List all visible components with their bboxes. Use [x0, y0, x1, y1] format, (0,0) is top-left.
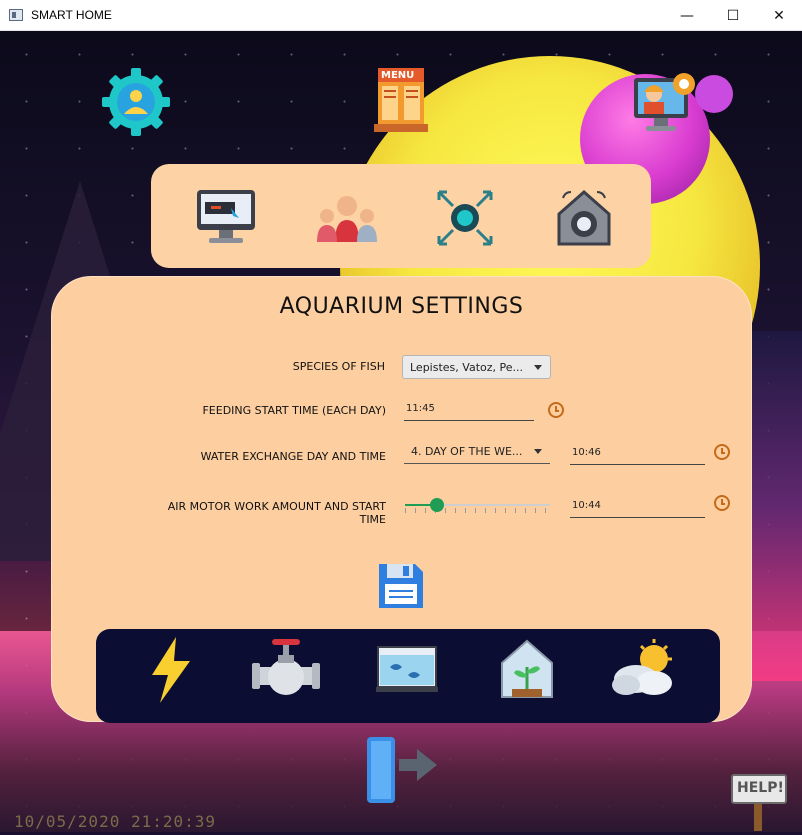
users-group-icon[interactable] [315, 192, 379, 242]
water-exchange-day-value: 4. DAY OF THE WE... [411, 445, 523, 458]
feeding-time-field[interactable]: 11:45 [404, 397, 534, 421]
clock-icon[interactable] [714, 444, 730, 460]
moon-decoration [695, 75, 733, 113]
device-navigation-bar [96, 629, 720, 723]
expand-gear-icon[interactable] [435, 188, 495, 248]
greenhouse-icon[interactable] [498, 637, 556, 701]
menu-icon-label: MENU [381, 70, 415, 81]
water-exchange-time-field[interactable]: 10:46 [570, 441, 705, 465]
close-button[interactable]: ✕ [756, 0, 802, 31]
smart-house-icon[interactable] [553, 186, 615, 248]
page-title: AQUARIUM SETTINGS [279, 294, 524, 319]
minimize-button[interactable]: — [664, 0, 710, 31]
chevron-down-icon [534, 365, 542, 370]
slider-ticks [405, 508, 550, 513]
air-motor-slider[interactable] [405, 498, 550, 513]
weather-icon[interactable] [610, 637, 676, 699]
window-titlebar: SMART HOME — ☐ ✕ [0, 0, 802, 31]
air-motor-time-field[interactable]: 10:44 [570, 494, 705, 518]
window-title: SMART HOME [31, 8, 112, 22]
help-button[interactable]: HELP! [730, 771, 788, 831]
chevron-down-icon [534, 449, 542, 454]
air-motor-label: AIR MOTOR WORK AMOUNT AND START TIME [167, 500, 386, 526]
datetime-readout: 10/05/2020 21:20:39 [14, 812, 217, 831]
window-controls: — ☐ ✕ [664, 0, 802, 31]
help-label: HELP! [737, 780, 784, 796]
monitor-icon[interactable] [195, 188, 257, 246]
species-dropdown-value: Lepistes, Vatoz, Pe... [410, 360, 523, 374]
logout-door-icon[interactable] [365, 733, 439, 807]
feeding-time-label: FEEDING START TIME (EACH DAY) [202, 404, 386, 417]
water-exchange-day-dropdown[interactable]: 4. DAY OF THE WE... [404, 440, 550, 464]
aquarium-icon[interactable] [376, 645, 438, 693]
menu-icon[interactable]: MENU [372, 66, 430, 134]
species-label: SPECIES OF FISH [292, 360, 385, 373]
water-exchange-label: WATER EXCHANGE DAY AND TIME [200, 450, 386, 463]
floppy-disk-icon [379, 564, 423, 608]
maximize-button[interactable]: ☐ [710, 0, 756, 31]
technician-settings-icon[interactable] [632, 68, 698, 134]
slider-thumb[interactable] [429, 498, 444, 512]
water-valve-icon[interactable] [250, 637, 322, 699]
clock-icon[interactable] [548, 402, 564, 418]
species-dropdown[interactable]: Lepistes, Vatoz, Pe... [402, 355, 551, 379]
save-button[interactable] [375, 560, 427, 612]
app-icon [9, 9, 23, 21]
user-settings-icon[interactable] [100, 66, 172, 138]
clock-icon[interactable] [714, 495, 730, 511]
electricity-icon[interactable] [146, 635, 196, 705]
top-navigation-panel [151, 164, 651, 268]
